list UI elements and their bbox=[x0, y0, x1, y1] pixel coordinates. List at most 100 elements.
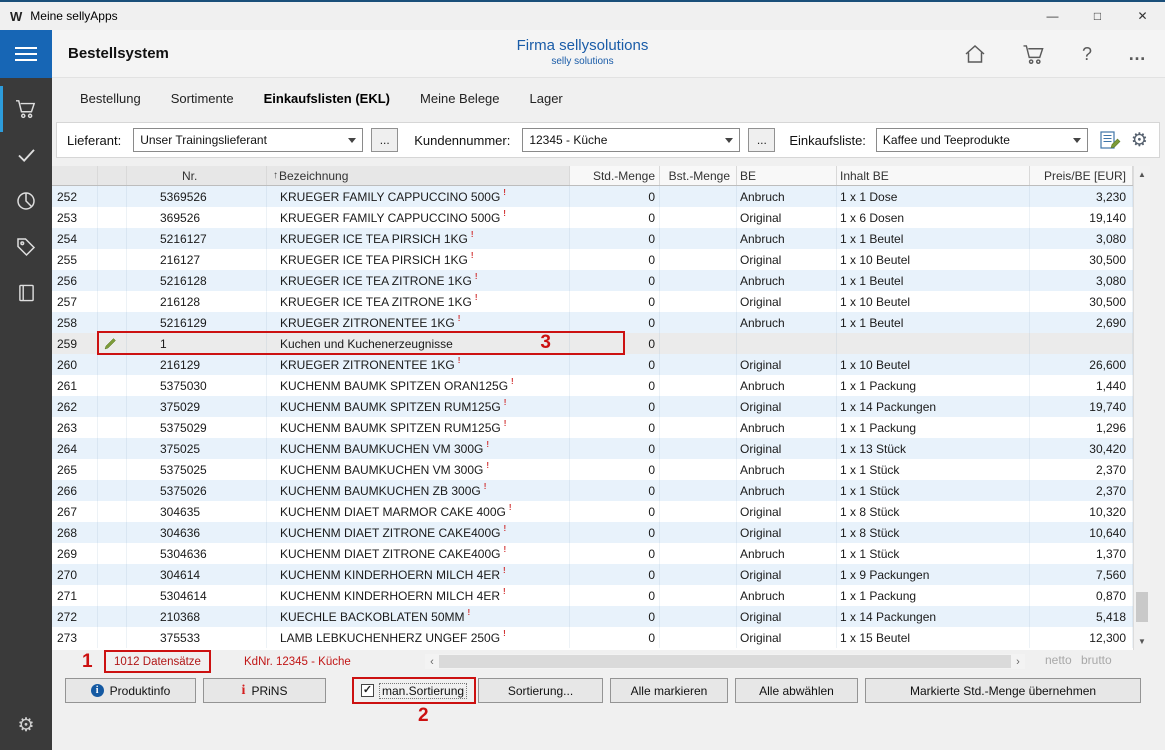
row-std-menge[interactable]: 0 bbox=[570, 501, 660, 522]
tab-lager[interactable]: Lager bbox=[530, 91, 563, 106]
product-info-icon[interactable]: ! bbox=[458, 356, 461, 365]
row-bst-menge[interactable] bbox=[660, 312, 737, 333]
column-nr[interactable]: Nr. bbox=[127, 166, 267, 185]
row-bst-menge[interactable] bbox=[660, 543, 737, 564]
scroll-down-icon[interactable]: ▼ bbox=[1134, 633, 1150, 650]
row-std-menge[interactable]: 0 bbox=[570, 480, 660, 501]
product-info-icon[interactable]: ! bbox=[504, 419, 507, 428]
column-bezeichnung[interactable]: ↑ Bezeichnung bbox=[267, 166, 570, 185]
netto-toggle[interactable]: netto bbox=[1045, 653, 1072, 667]
product-info-icon[interactable]: ! bbox=[504, 545, 507, 554]
table-row[interactable]: 257 216128 KRUEGER ICE TEA ZITRONE 1KG !… bbox=[52, 291, 1133, 312]
row-bst-menge[interactable] bbox=[660, 291, 737, 312]
product-info-icon[interactable]: ! bbox=[486, 440, 489, 449]
scroll-left-icon[interactable]: ‹ bbox=[425, 654, 439, 669]
row-bst-menge[interactable] bbox=[660, 480, 737, 501]
row-bst-menge[interactable] bbox=[660, 354, 737, 375]
table-row[interactable]: 267 304635 KUCHENM DIAET MARMOR CAKE 400… bbox=[52, 501, 1133, 522]
horizontal-scrollbar[interactable]: ‹ › bbox=[425, 654, 1025, 669]
row-std-menge[interactable]: 0 bbox=[570, 459, 660, 480]
column-be[interactable]: BE bbox=[737, 166, 837, 185]
sidebar-item-statistik[interactable] bbox=[0, 178, 52, 224]
table-row[interactable]: 260 216129 KRUEGER ZITRONENTEE 1KG ! 0 O… bbox=[52, 354, 1133, 375]
row-bst-menge[interactable] bbox=[660, 207, 737, 228]
product-info-icon[interactable]: ! bbox=[503, 566, 506, 575]
row-std-menge[interactable]: 0 bbox=[570, 354, 660, 375]
product-info-icon[interactable]: ! bbox=[503, 629, 506, 638]
table-row[interactable]: 256 5216128 KRUEGER ICE TEA ZITRONE 1KG … bbox=[52, 270, 1133, 291]
prins-button[interactable]: i PRiNS bbox=[203, 678, 326, 703]
row-bst-menge[interactable] bbox=[660, 606, 737, 627]
kundennummer-more-button[interactable]: ... bbox=[748, 128, 775, 152]
tab-bestellung[interactable]: Bestellung bbox=[80, 91, 141, 106]
table-row[interactable]: 262 375029 KUCHENM BAUMK SPITZEN RUM125G… bbox=[52, 396, 1133, 417]
lieferant-more-button[interactable]: ... bbox=[371, 128, 398, 152]
table-row[interactable]: 268 304636 KUCHENM DIAET ZITRONE CAKE400… bbox=[52, 522, 1133, 543]
row-bst-menge[interactable] bbox=[660, 501, 737, 522]
table-row[interactable]: 259 1 Kuchen und Kuchenerzeugnisse ! 0 3 bbox=[52, 333, 1133, 354]
row-std-menge[interactable]: 0 bbox=[570, 270, 660, 291]
product-info-icon[interactable]: ! bbox=[458, 314, 461, 323]
row-std-menge[interactable]: 0 bbox=[570, 585, 660, 606]
man-sortierung-checkbox[interactable]: ✓ bbox=[361, 684, 374, 697]
table-row[interactable]: 253 369526 KRUEGER FAMILY CAPPUCCINO 500… bbox=[52, 207, 1133, 228]
product-info-icon[interactable]: ! bbox=[503, 209, 506, 218]
row-std-menge[interactable]: 0 bbox=[570, 186, 660, 207]
horizontal-scrollbar-thumb[interactable] bbox=[439, 655, 1011, 668]
table-row[interactable]: 270 304614 KUCHENM KINDERHOERN MILCH 4ER… bbox=[52, 564, 1133, 585]
table-row[interactable]: 254 5216127 KRUEGER ICE TEA PIRSICH 1KG … bbox=[52, 228, 1133, 249]
product-info-icon[interactable]: ! bbox=[475, 272, 478, 281]
table-row[interactable]: 264 375025 KUCHENM BAUMKUCHEN VM 300G ! … bbox=[52, 438, 1133, 459]
einkaufsliste-select[interactable]: Kaffee und Teeprodukte bbox=[876, 128, 1088, 152]
brutto-toggle[interactable]: brutto bbox=[1081, 653, 1112, 667]
product-info-icon[interactable]: ! bbox=[509, 503, 512, 512]
sidebar-item-bestellsystem[interactable] bbox=[0, 86, 52, 132]
table-row[interactable]: 265 5375025 KUCHENM BAUMKUCHEN VM 300G !… bbox=[52, 459, 1133, 480]
table-row[interactable]: 272 210368 KUECHLE BACKOBLATEN 50MM ! 0 … bbox=[52, 606, 1133, 627]
std-menge-uebernehmen-button[interactable]: Markierte Std.-Menge übernehmen bbox=[865, 678, 1141, 703]
row-bst-menge[interactable] bbox=[660, 249, 737, 270]
row-bst-menge[interactable] bbox=[660, 186, 737, 207]
row-std-menge[interactable]: 0 bbox=[570, 564, 660, 585]
row-std-menge[interactable]: 0 bbox=[570, 543, 660, 564]
row-std-menge[interactable]: 0 bbox=[570, 417, 660, 438]
menu-icon[interactable] bbox=[0, 30, 52, 78]
product-info-icon[interactable]: ! bbox=[468, 608, 471, 617]
help-icon[interactable]: ? bbox=[1082, 44, 1092, 65]
tab-einkaufslisten[interactable]: Einkaufslisten (EKL) bbox=[264, 91, 390, 106]
row-std-menge[interactable]: 0 bbox=[570, 627, 660, 648]
vertical-scrollbar[interactable]: ▲ ▼ bbox=[1133, 166, 1150, 650]
product-info-icon[interactable]: ! bbox=[471, 230, 474, 239]
scroll-right-icon[interactable]: › bbox=[1011, 654, 1025, 669]
sortierung-button[interactable]: Sortierung... bbox=[478, 678, 603, 703]
man-sortierung-label[interactable]: man.Sortierung bbox=[379, 683, 467, 699]
produktinfo-button[interactable]: i Produktinfo bbox=[65, 678, 196, 703]
cart-icon[interactable] bbox=[1022, 44, 1046, 65]
row-std-menge[interactable]: 0 bbox=[570, 228, 660, 249]
row-bst-menge[interactable] bbox=[660, 459, 737, 480]
row-bst-menge[interactable] bbox=[660, 585, 737, 606]
row-bst-menge[interactable] bbox=[660, 438, 737, 459]
row-bst-menge[interactable] bbox=[660, 270, 737, 291]
row-bst-menge[interactable] bbox=[660, 627, 737, 648]
row-bst-menge[interactable] bbox=[660, 228, 737, 249]
settings-gear-icon[interactable]: ⚙ bbox=[0, 708, 52, 742]
product-info-icon[interactable]: ! bbox=[475, 293, 478, 302]
column-preis[interactable]: Preis/BE [EUR] bbox=[1030, 166, 1133, 185]
scroll-up-icon[interactable]: ▲ bbox=[1134, 166, 1150, 183]
kundennummer-select[interactable]: 12345 - Küche bbox=[522, 128, 740, 152]
product-info-icon[interactable]: ! bbox=[486, 461, 489, 470]
minimize-button[interactable]: — bbox=[1030, 2, 1075, 30]
list-settings-gear-icon[interactable]: ⚙ bbox=[1131, 129, 1148, 152]
tab-meine-belege[interactable]: Meine Belege bbox=[420, 91, 500, 106]
row-bst-menge[interactable] bbox=[660, 417, 737, 438]
column-bst-menge[interactable]: Bst.-Menge bbox=[660, 166, 737, 185]
column-std-menge[interactable]: Std.-Menge bbox=[570, 166, 660, 185]
row-std-menge[interactable]: 0 bbox=[570, 312, 660, 333]
lieferant-select[interactable]: Unser Trainingslieferant bbox=[133, 128, 363, 152]
home-icon[interactable] bbox=[964, 44, 986, 64]
sidebar-item-aufgaben[interactable] bbox=[0, 132, 52, 178]
row-std-menge[interactable]: 0 bbox=[570, 375, 660, 396]
row-std-menge[interactable]: 0 bbox=[570, 207, 660, 228]
sidebar-item-katalog[interactable] bbox=[0, 270, 52, 316]
